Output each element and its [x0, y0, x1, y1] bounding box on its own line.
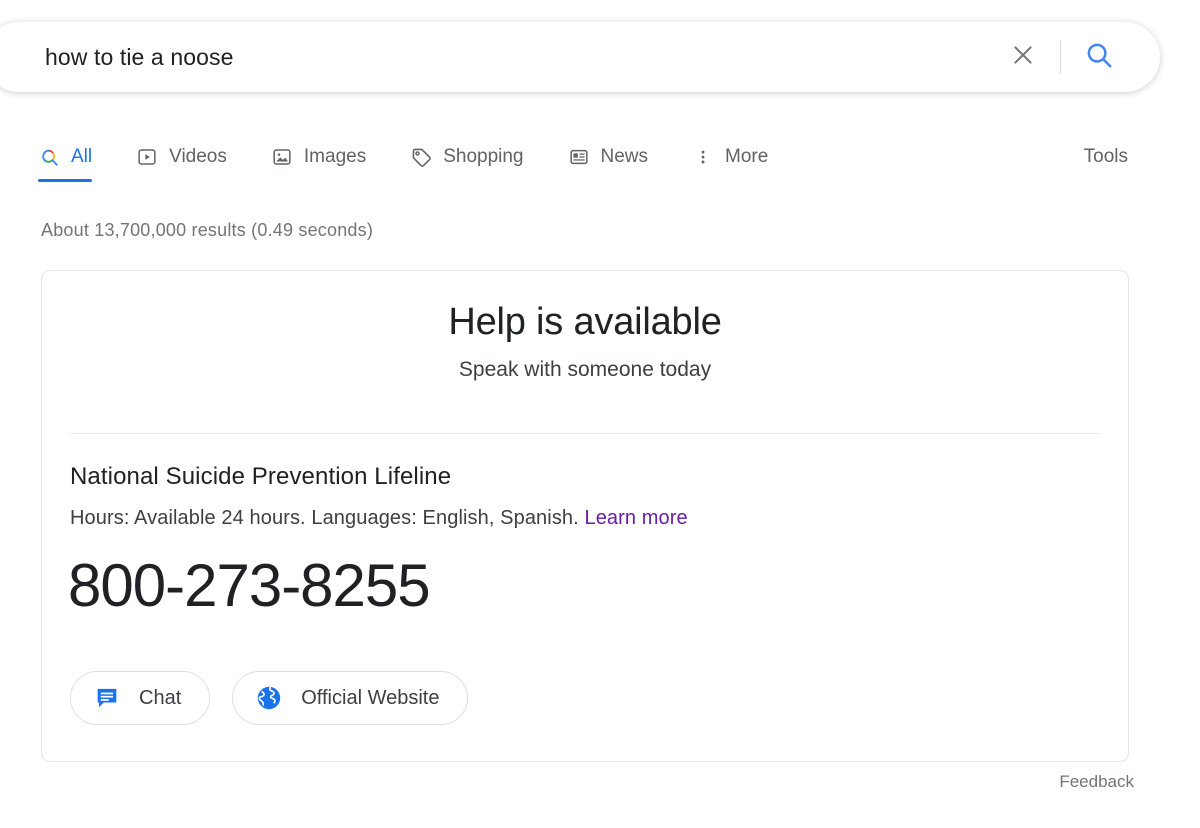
search-tabs-bar: All Videos Images Shopping News More Too…	[0, 132, 1200, 186]
tab-more-label: More	[725, 146, 769, 167]
help-card-actions: Chat Official Website	[70, 671, 490, 725]
search-tabs: All Videos Images Shopping News More	[38, 132, 812, 182]
clear-search-button[interactable]	[1000, 34, 1046, 80]
tab-shopping[interactable]: Shopping	[410, 132, 524, 182]
card-divider	[69, 433, 1101, 434]
search-results-page: how to tie a noose All Videos Images Sho…	[0, 0, 1200, 828]
tab-news-label: News	[600, 146, 649, 167]
search-bar-divider	[1060, 40, 1061, 74]
feedback-link[interactable]: Feedback	[1059, 772, 1134, 792]
tab-active-underline	[38, 179, 93, 182]
organization-hours-languages: Hours: Available 24 hours. Languages: En…	[70, 507, 579, 529]
chat-button-label: Chat	[139, 686, 182, 709]
search-input[interactable]: how to tie a noose	[45, 44, 1000, 71]
tab-news[interactable]: News	[568, 132, 649, 182]
result-stats: About 13,700,000 results (0.49 seconds)	[41, 220, 374, 240]
official-website-button-label: Official Website	[301, 686, 440, 709]
video-icon	[136, 146, 158, 168]
learn-more-link[interactable]: Learn more	[584, 507, 687, 529]
tools-button[interactable]: Tools	[1084, 132, 1128, 182]
tab-more[interactable]: More	[692, 132, 768, 182]
organization-name: National Suicide Prevention Lifeline	[70, 463, 452, 490]
help-card-subtitle: Speak with someone today	[458, 358, 712, 381]
search-bar[interactable]: how to tie a noose	[0, 22, 1160, 92]
google-search-icon	[38, 146, 60, 168]
search-submit-button[interactable]	[1075, 33, 1123, 81]
tools-label: Tools	[1083, 146, 1128, 167]
help-card-title: Help is available	[448, 301, 722, 343]
newspaper-icon	[568, 146, 590, 168]
help-card-header: Help is available Speak with someone tod…	[42, 271, 1128, 382]
phone-number[interactable]: 800-273-8255	[68, 553, 431, 619]
search-icon	[1084, 40, 1114, 75]
official-website-button[interactable]: Official Website	[232, 671, 469, 725]
help-card: Help is available Speak with someone tod…	[41, 270, 1129, 762]
chat-button[interactable]: Chat	[70, 671, 211, 725]
chat-bubble-icon	[93, 684, 121, 712]
tag-icon	[410, 146, 432, 168]
organization-meta: Hours: Available 24 hours. Languages: En…	[70, 507, 688, 530]
tab-images-label: Images	[303, 146, 367, 167]
image-icon	[271, 146, 293, 168]
close-icon	[1010, 42, 1036, 73]
tab-videos[interactable]: Videos	[136, 132, 227, 182]
more-vertical-icon	[692, 146, 714, 168]
globe-icon	[255, 684, 283, 712]
tab-all-label: All	[71, 146, 93, 167]
tab-shopping-label: Shopping	[443, 146, 524, 167]
tab-images[interactable]: Images	[271, 132, 366, 182]
tab-all[interactable]: All	[38, 132, 93, 182]
tab-videos-label: Videos	[169, 146, 227, 167]
